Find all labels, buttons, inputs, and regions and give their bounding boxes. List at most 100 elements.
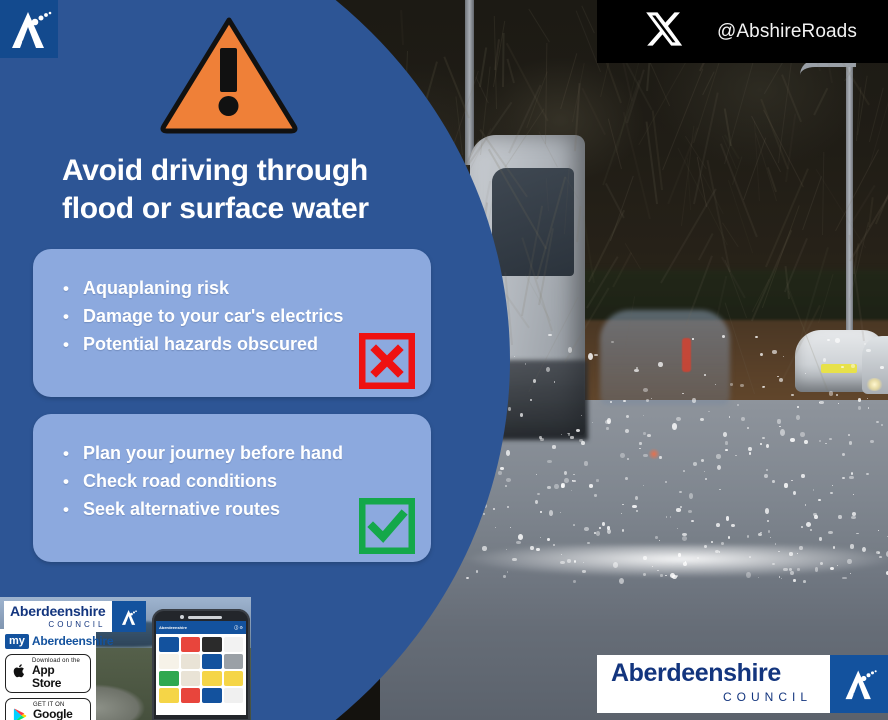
droplet (602, 521, 605, 526)
google-play-badge[interactable]: GET IT ON Google Play (5, 698, 91, 720)
droplet (778, 576, 780, 578)
droplet (746, 427, 750, 429)
droplet (716, 522, 720, 527)
droplet (587, 541, 590, 545)
droplet (492, 507, 495, 510)
phone-mockup: Aberdeenshire ⓘ ⚙ (152, 609, 250, 720)
droplet (494, 526, 497, 528)
aberdeenshire-a-mark-icon (0, 0, 58, 58)
droplet (638, 441, 642, 446)
droplet (777, 419, 781, 424)
droplet (847, 558, 852, 565)
council-logo: Aberdeenshire COUNCIL (597, 655, 888, 713)
droplet (610, 400, 613, 403)
droplet (672, 574, 678, 579)
droplet (570, 436, 574, 439)
list-item-label: Seek alternative routes (82, 498, 281, 519)
droplet (838, 514, 842, 519)
droplet (599, 527, 601, 529)
droplet (506, 571, 508, 574)
droplet (796, 568, 801, 571)
droplet (548, 509, 554, 516)
promo-council-name: Aberdeenshire (10, 603, 106, 619)
list-item-label: Aquaplaning risk (82, 278, 229, 298)
phone-earpiece (188, 615, 222, 619)
list-item: • Damage to your car's electrics (41, 303, 431, 331)
droplet (792, 578, 796, 583)
app-store-badge[interactable]: Download on the App Store (5, 653, 91, 694)
droplet (658, 362, 663, 367)
list-item: • Aquaplaning risk (41, 275, 431, 303)
droplet (594, 353, 598, 356)
droplet (828, 438, 832, 440)
droplet (684, 561, 686, 563)
droplet (692, 398, 697, 403)
droplet (864, 343, 866, 345)
droplet (677, 553, 682, 557)
app-icon (202, 637, 222, 652)
droplet (659, 574, 663, 577)
tips-card: • Plan your journey before hand • Check … (33, 414, 431, 562)
social-handle-text: @AbshireRoads (717, 20, 857, 42)
warning-triangle-icon (158, 14, 300, 134)
droplet (842, 477, 845, 479)
phone-camera-dot (180, 615, 184, 619)
badge-line2: Google Play (33, 707, 73, 720)
droplet (719, 488, 721, 490)
droplet (798, 545, 803, 551)
droplet (575, 428, 580, 432)
page-title: Avoid driving through flood or surface w… (62, 154, 369, 225)
droplet (734, 454, 737, 457)
droplet (639, 447, 641, 449)
droplet (475, 570, 479, 573)
council-name: Aberdeenshire (611, 659, 781, 687)
droplet (879, 556, 882, 558)
droplet (570, 489, 572, 492)
droplet (784, 483, 789, 488)
my-chip: my (5, 634, 29, 649)
droplet (850, 515, 856, 519)
droplet (765, 468, 768, 471)
app-promo-banner[interactable]: Aberdeenshire COUNCIL my Aberdeenshire D… (0, 597, 251, 720)
social-handle-bar[interactable]: @AbshireRoads (597, 0, 888, 63)
droplet (620, 453, 625, 458)
google-play-icon (13, 708, 27, 720)
droplet (704, 477, 707, 480)
droplet (835, 394, 838, 396)
droplet (643, 387, 648, 392)
droplet (572, 523, 576, 526)
app-icon (180, 688, 200, 703)
bullet-icon: • (63, 471, 69, 491)
myaberdeenshire-wordmark: my Aberdeenshire (5, 634, 114, 649)
droplet (532, 378, 536, 383)
droplet (554, 483, 559, 489)
droplet (848, 440, 853, 445)
badge-line2: App Store (32, 662, 62, 690)
droplet (643, 484, 645, 486)
droplet (572, 479, 576, 483)
app-icon (180, 671, 200, 686)
droplet (580, 441, 585, 446)
store-badges-panel: my Aberdeenshire Download on the App Sto… (0, 629, 114, 720)
droplet (866, 472, 869, 475)
list-item: • Plan your journey before hand (41, 440, 431, 468)
droplet (534, 499, 538, 504)
app-icon (180, 654, 200, 669)
droplet (795, 415, 800, 420)
droplet (665, 481, 667, 484)
droplet (507, 506, 509, 508)
droplet (482, 546, 488, 551)
droplet (632, 504, 637, 509)
promo-council-logo: Aberdeenshire COUNCIL (4, 601, 147, 632)
droplet (771, 562, 775, 565)
droplet (716, 454, 721, 459)
droplet (834, 338, 840, 343)
droplet (593, 493, 598, 497)
app-icon (159, 654, 179, 669)
droplet (643, 414, 645, 416)
branch (501, 33, 505, 87)
app-icon (159, 637, 179, 652)
droplet (825, 442, 827, 444)
droplet (818, 537, 822, 541)
droplet (530, 545, 534, 550)
